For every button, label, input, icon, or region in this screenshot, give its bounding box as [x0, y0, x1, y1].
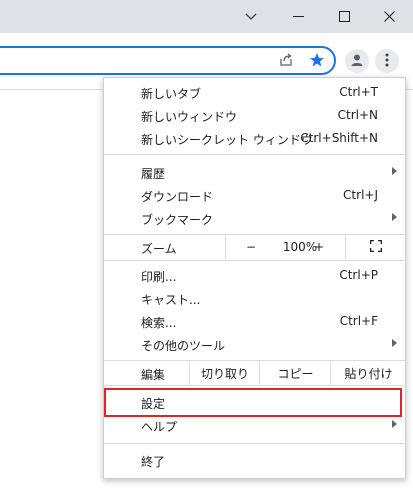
minus-icon: − — [245, 240, 257, 254]
menu-item-bookmarks[interactable]: ブックマーク — [104, 207, 405, 230]
fullscreen-icon — [369, 239, 383, 255]
menu-item-history[interactable]: 履歴 — [104, 161, 405, 184]
chevron-down-icon — [245, 13, 257, 21]
kebab-menu-icon — [385, 53, 389, 70]
menu-item-label: その他のツール — [141, 339, 226, 353]
menu-item-downloads[interactable]: ダウンロード Ctrl+J — [104, 184, 405, 207]
menu-divider — [104, 154, 405, 155]
bookmark-star-button[interactable] — [306, 50, 328, 72]
paste-button[interactable]: 貼り付け — [330, 361, 406, 385]
copy-label: コピー — [277, 366, 314, 381]
tab-search-button[interactable] — [228, 0, 274, 33]
zoom-in-button[interactable]: + — [294, 235, 344, 259]
zoom-row: ズーム − 100% + — [104, 235, 405, 259]
profile-button[interactable] — [345, 49, 369, 73]
menu-item-find[interactable]: 検索... Ctrl+F — [104, 310, 405, 333]
close-icon — [383, 11, 395, 22]
menu-item-label: ダウンロード — [141, 190, 214, 204]
menu-item-shortcut: Ctrl+P — [339, 268, 378, 282]
plus-icon: + — [313, 240, 325, 254]
submenu-arrow-icon — [392, 339, 397, 347]
menu-item-label: 新しいタブ — [141, 87, 202, 101]
menu-item-label: 終了 — [141, 455, 166, 469]
menu-item-label: ヘルプ — [141, 420, 178, 434]
menu-item-new-incognito-window[interactable]: 新しいシークレット ウィンドウ Ctrl+Shift+N — [104, 127, 405, 150]
menu-item-shortcut: Ctrl+T — [339, 85, 378, 99]
cut-button[interactable]: 切り取り — [189, 361, 260, 385]
zoom-label: ズーム — [141, 242, 177, 256]
title-bar — [0, 0, 413, 33]
menu-item-label: 新しいシークレット ウィンドウ — [141, 133, 313, 147]
menu-item-label: 履歴 — [141, 167, 166, 181]
menu-item-print[interactable]: 印刷... Ctrl+P — [104, 264, 405, 287]
menu-button[interactable] — [375, 49, 399, 73]
menu-item-exit[interactable]: 終了 — [104, 449, 405, 472]
chrome-main-menu: 新しいタブ Ctrl+T 新しいウィンドウ Ctrl+N 新しいシークレット ウ… — [103, 77, 406, 479]
menu-item-shortcut: Ctrl+N — [337, 108, 378, 122]
fullscreen-button[interactable] — [345, 235, 406, 259]
close-window-button[interactable] — [366, 0, 412, 33]
menu-divider — [104, 443, 405, 444]
profile-icon — [350, 53, 364, 70]
menu-item-label: キャスト... — [141, 293, 201, 307]
menu-item-new-window[interactable]: 新しいウィンドウ Ctrl+N — [104, 104, 405, 127]
edit-row: 編集 切り取り コピー 貼り付け — [104, 361, 405, 385]
minimize-icon — [292, 15, 304, 18]
minimize-button[interactable] — [275, 0, 321, 33]
menu-item-label: 新しいウィンドウ — [141, 110, 238, 124]
menu-item-label: 検索... — [141, 316, 177, 330]
menu-item-label: 印刷... — [141, 270, 177, 284]
menu-item-cast[interactable]: キャスト... — [104, 287, 405, 310]
maximize-icon — [338, 11, 350, 22]
menu-item-label: ブックマーク — [141, 213, 214, 227]
submenu-arrow-icon — [392, 213, 397, 221]
menu-item-help[interactable]: ヘルプ — [104, 414, 405, 437]
submenu-arrow-icon — [392, 420, 397, 428]
cut-label: 切り取り — [200, 366, 249, 381]
menu-item-shortcut: Ctrl+F — [339, 314, 378, 328]
zoom-out-button[interactable]: − — [225, 235, 276, 259]
paste-label: 貼り付け — [344, 366, 393, 381]
share-button[interactable] — [275, 50, 297, 72]
menu-item-more-tools[interactable]: その他のツール — [104, 333, 405, 356]
star-icon — [309, 52, 325, 71]
submenu-arrow-icon — [392, 167, 397, 175]
menu-item-shortcut: Ctrl+J — [343, 188, 378, 202]
menu-divider — [104, 385, 405, 386]
copy-button[interactable]: コピー — [259, 361, 331, 385]
settings-highlight-box — [104, 388, 402, 417]
edit-label: 編集 — [141, 368, 166, 382]
maximize-button[interactable] — [321, 0, 367, 33]
menu-item-shortcut: Ctrl+Shift+N — [300, 131, 378, 145]
share-icon — [278, 52, 294, 71]
menu-item-new-tab[interactable]: 新しいタブ Ctrl+T — [104, 81, 405, 104]
menu-divider — [104, 260, 405, 261]
